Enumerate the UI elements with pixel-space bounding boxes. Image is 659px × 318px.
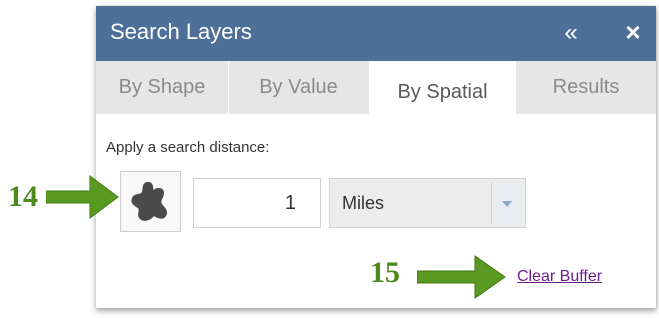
search-distance-input[interactable] — [193, 178, 321, 228]
buffer-shape-icon — [131, 181, 168, 221]
collapse-icon[interactable]: « — [558, 19, 584, 47]
panel-title: Search Layers — [110, 19, 252, 44]
callout-number-15: 15 — [370, 256, 400, 289]
chevron-down-icon — [502, 201, 512, 207]
units-selected-value: Miles — [342, 193, 385, 213]
green-arrow-icon — [417, 255, 506, 299]
distance-units-select[interactable]: Miles — [329, 178, 526, 228]
tab-by-shape[interactable]: By Shape — [96, 61, 228, 114]
panel-header: Search Layers « × — [96, 6, 656, 61]
buffer-shape-button[interactable] — [120, 171, 181, 232]
green-arrow-icon — [46, 175, 119, 219]
tab-by-spatial[interactable]: By Spatial — [369, 61, 516, 114]
units-dropdown-button[interactable] — [491, 182, 522, 224]
clear-buffer-link[interactable]: Clear Buffer — [517, 268, 602, 286]
close-icon[interactable]: × — [620, 18, 646, 46]
tab-by-value[interactable]: By Value — [229, 61, 368, 114]
callout-number-14: 14 — [8, 180, 38, 213]
tab-bar: By Shape By Value By Spatial Results — [96, 61, 656, 114]
apply-distance-label: Apply a search distance: — [106, 139, 270, 156]
tab-results[interactable]: Results — [516, 61, 656, 114]
